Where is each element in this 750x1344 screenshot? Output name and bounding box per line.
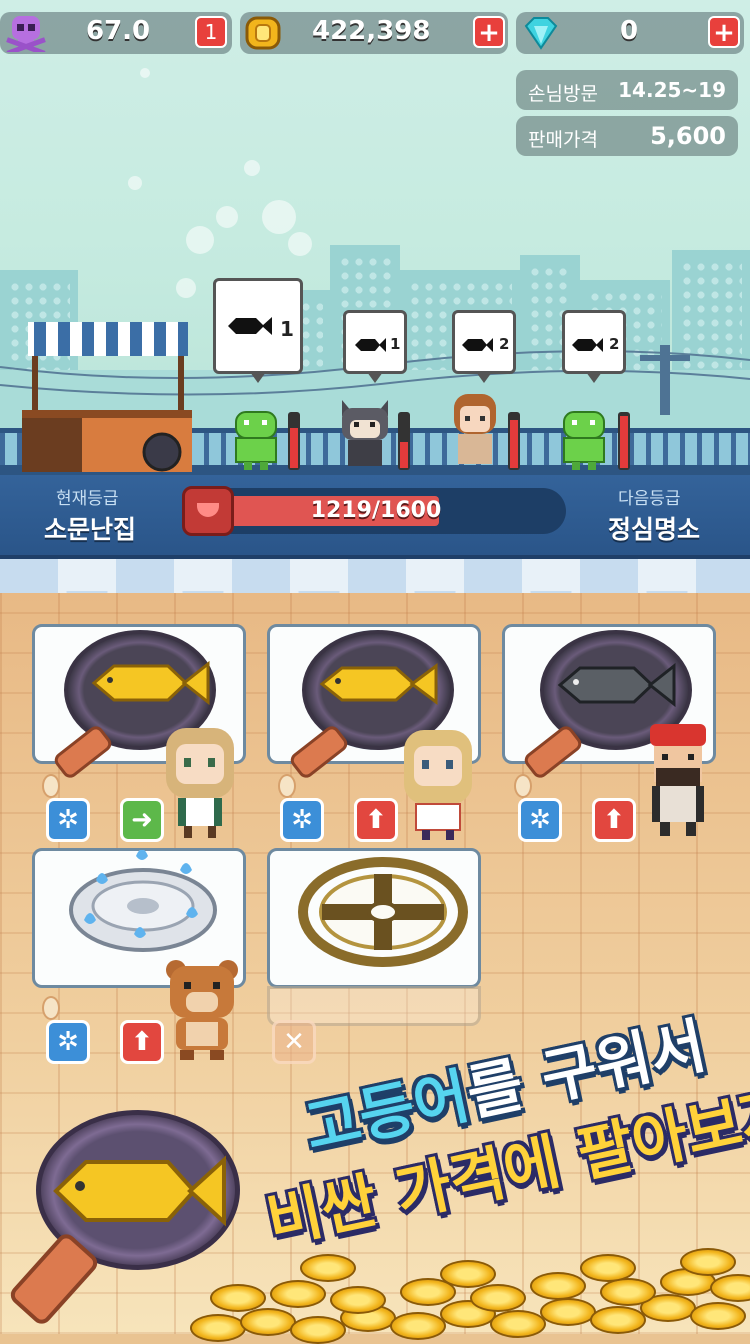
golden-fish-icon: [91, 660, 210, 706]
settings-gear-button[interactable]: ✲: [518, 798, 562, 842]
upgrade-button[interactable]: ⬆: [592, 798, 636, 842]
patience-gauge: [508, 412, 520, 470]
order-bubble[interactable]: 1: [213, 278, 303, 383]
add-gold-button[interactable]: +: [473, 16, 505, 48]
gold-coin: [290, 1316, 346, 1344]
skull-badge[interactable]: 1: [195, 16, 227, 48]
current-grade-label: 현재등급: [56, 489, 119, 509]
current-grade-name: 소문난집: [44, 515, 137, 544]
gold-coin: [680, 1248, 736, 1276]
gold-coin-icon: [245, 16, 281, 50]
gold-coin: [470, 1284, 526, 1312]
gold-coin: [540, 1298, 596, 1326]
chef-girl-blonde[interactable]: [394, 724, 482, 842]
gold-coin: [210, 1284, 266, 1312]
fish-stall[interactable]: [22, 322, 192, 472]
gold-coin: [590, 1306, 646, 1334]
add-gem-button[interactable]: +: [708, 16, 740, 48]
gold-coin: [600, 1278, 656, 1306]
android-customer[interactable]: [558, 398, 610, 470]
next-grade-label: 다음등급: [618, 489, 681, 509]
android-customer[interactable]: [230, 398, 282, 470]
gold-coin: [530, 1272, 586, 1300]
sale-price-pill: 판매가격 5,600: [516, 116, 738, 156]
bear-chef[interactable]: [162, 956, 242, 1062]
order-bubble[interactable]: 2: [562, 310, 626, 383]
locked-x-button[interactable]: ✕: [272, 1020, 316, 1064]
settings-gear-button[interactable]: ✲: [46, 1020, 90, 1064]
gold-coin: [580, 1254, 636, 1282]
patience-gauge: [618, 412, 630, 470]
upgrade-button[interactable]: ⬆: [354, 798, 398, 842]
fish-icon: [228, 317, 272, 335]
cat-customer[interactable]: [336, 396, 394, 472]
burner-ring: [298, 857, 468, 967]
gas-burner[interactable]: [66, 850, 220, 958]
fish-icon: [462, 338, 493, 352]
chef-man-red-bandana[interactable]: [640, 720, 716, 838]
skull-value: 67.0: [86, 16, 151, 46]
gold-coin: [240, 1308, 296, 1336]
coin-pile: [180, 1240, 750, 1344]
golden-fish-icon: [53, 1155, 226, 1227]
gold-coin: [690, 1302, 746, 1330]
visit-rate-value: 14.25~19: [618, 78, 726, 102]
girl-customer[interactable]: [446, 390, 504, 470]
gold-coin: [190, 1314, 246, 1342]
chef-girl-blonde[interactable]: [156, 722, 244, 840]
diamond-icon: [524, 17, 558, 50]
gem-value: 0: [620, 16, 639, 46]
mackerel-icon: [557, 662, 676, 708]
gold-value: 422,398: [312, 16, 431, 46]
fish-icon: [355, 338, 386, 352]
order-count: 2: [609, 335, 620, 353]
order-bubble[interactable]: 2: [452, 310, 516, 383]
gold-coin: [390, 1312, 446, 1340]
order-count: 1: [280, 317, 294, 341]
next-grade-name: 정심명소: [608, 515, 701, 544]
grade-progress-text: 1219/1600: [310, 498, 442, 523]
order-count: 1: [390, 335, 401, 353]
order-bubble[interactable]: 1: [343, 310, 407, 383]
patience-gauge: [288, 412, 300, 470]
sale-price-label: 판매가격: [528, 129, 598, 151]
skull-icon: [6, 16, 46, 52]
settings-gear-button[interactable]: ✲: [280, 798, 324, 842]
gold-coin: [270, 1280, 326, 1308]
settings-gear-button[interactable]: ✲: [46, 798, 90, 842]
gold-coin: [300, 1254, 356, 1282]
gold-coin: [330, 1286, 386, 1314]
grade-progress: 1219/1600: [186, 488, 566, 534]
sale-price-value: 5,600: [650, 122, 726, 150]
golden-fish-icon: [319, 663, 438, 705]
lips-icon: [182, 486, 234, 536]
order-count: 2: [499, 335, 510, 353]
visit-rate-pill: 손님방문 14.25~19: [516, 70, 738, 110]
patience-gauge: [398, 412, 410, 470]
visit-rate-label: 손님방문: [528, 83, 598, 105]
fish-icon: [572, 338, 603, 352]
upgrade-button[interactable]: ⬆: [120, 1020, 164, 1064]
gold-coin: [440, 1260, 496, 1288]
gold-coin: [710, 1274, 750, 1302]
awning: [0, 559, 750, 603]
